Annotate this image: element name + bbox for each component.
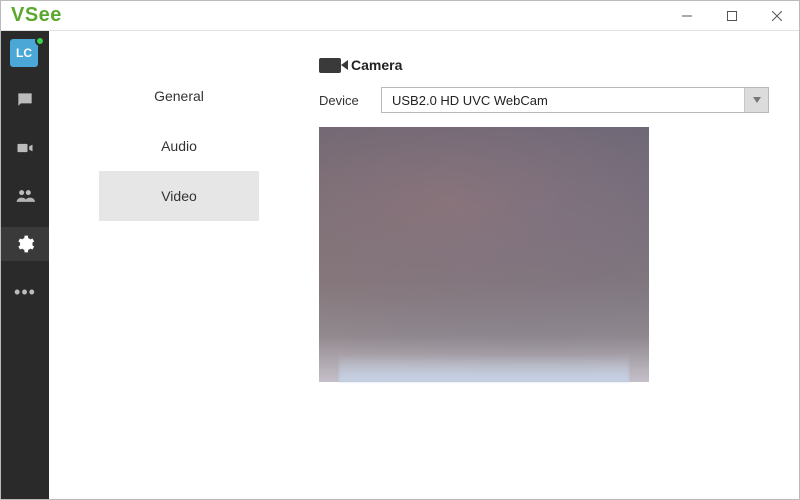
close-icon xyxy=(772,11,782,21)
more-icon: ••• xyxy=(14,287,36,297)
chat-icon xyxy=(15,90,35,110)
avatar-initials: LC xyxy=(10,39,38,67)
sidebar-item-video[interactable] xyxy=(1,131,49,165)
left-sidebar: LC ••• xyxy=(1,31,49,499)
section-header: Camera xyxy=(319,57,769,73)
camera-icon xyxy=(319,58,341,73)
sidebar-item-settings[interactable] xyxy=(1,227,49,261)
maximize-button[interactable] xyxy=(709,1,754,30)
tab-label: Video xyxy=(161,188,197,204)
logo-v: V xyxy=(11,4,25,26)
minimize-icon xyxy=(682,11,692,21)
logo-see: See xyxy=(25,4,62,26)
tab-audio[interactable]: Audio xyxy=(99,121,259,171)
presence-indicator-icon xyxy=(35,36,45,46)
device-row: Device USB2.0 HD UVC WebCam xyxy=(319,87,769,113)
video-icon xyxy=(15,138,35,158)
tab-label: General xyxy=(154,88,204,104)
sidebar-item-chat[interactable] xyxy=(1,83,49,117)
app-body: LC ••• General Audio xyxy=(1,31,799,499)
tab-video[interactable]: Video xyxy=(99,171,259,221)
settings-tabs: General Audio Video xyxy=(49,31,309,499)
settings-content: Camera Device USB2.0 HD UVC WebCam xyxy=(309,31,799,499)
minimize-button[interactable] xyxy=(664,1,709,30)
title-bar: VSee xyxy=(1,1,799,31)
contacts-icon xyxy=(14,186,36,206)
gear-icon xyxy=(15,234,35,254)
sidebar-item-more[interactable]: ••• xyxy=(1,275,49,309)
avatar[interactable]: LC xyxy=(10,39,40,69)
device-dropdown[interactable]: USB2.0 HD UVC WebCam xyxy=(381,87,769,113)
close-button[interactable] xyxy=(754,1,799,30)
device-selected-value: USB2.0 HD UVC WebCam xyxy=(382,93,558,108)
tab-label: Audio xyxy=(161,138,197,154)
app-window: VSee LC xyxy=(0,0,800,500)
app-title: VSee xyxy=(11,4,62,27)
camera-preview xyxy=(319,127,649,382)
section-title: Camera xyxy=(351,57,402,73)
maximize-icon xyxy=(727,11,737,21)
window-controls xyxy=(664,1,799,30)
device-label: Device xyxy=(319,93,369,108)
chevron-down-icon xyxy=(744,88,768,112)
tab-general[interactable]: General xyxy=(99,71,259,121)
sidebar-item-contacts[interactable] xyxy=(1,179,49,213)
